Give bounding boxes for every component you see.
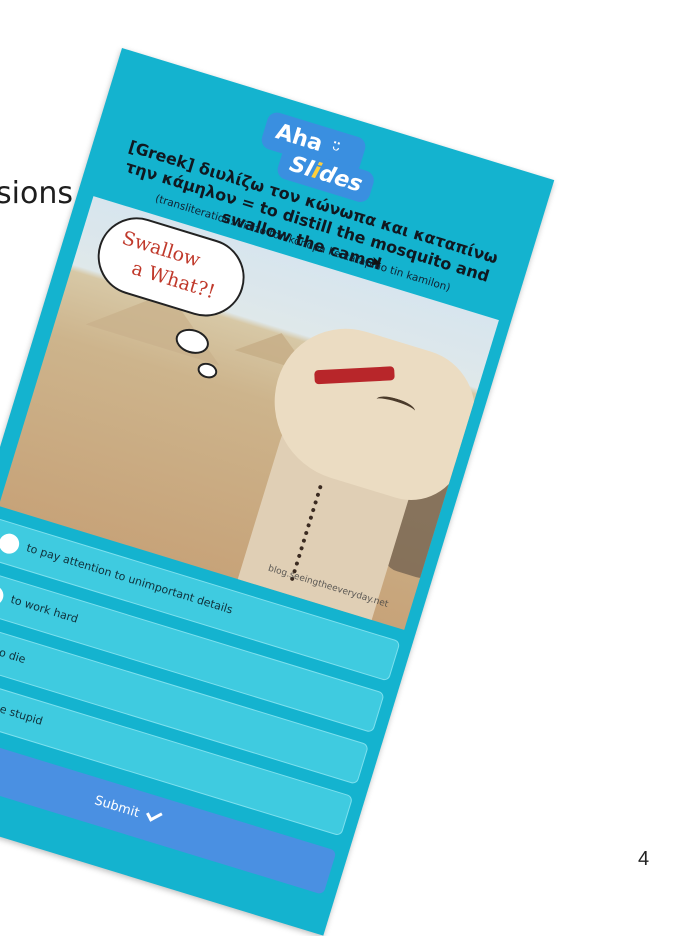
background-slide-text: sions — [0, 176, 73, 211]
radio-button-icon[interactable] — [0, 531, 22, 557]
radio-button-icon[interactable] — [0, 582, 6, 608]
ahaslides-card: Aha ᵕ̈ Slides [Greek] διυλίζω τον κώνωπα… — [0, 48, 555, 936]
option-label: to die — [0, 644, 28, 667]
checkmark-icon — [146, 807, 163, 822]
option-label: to work hard — [9, 592, 80, 626]
option-label: to be stupid — [0, 696, 45, 728]
page-number: 4 — [638, 848, 650, 870]
submit-label: Submit — [92, 793, 142, 822]
